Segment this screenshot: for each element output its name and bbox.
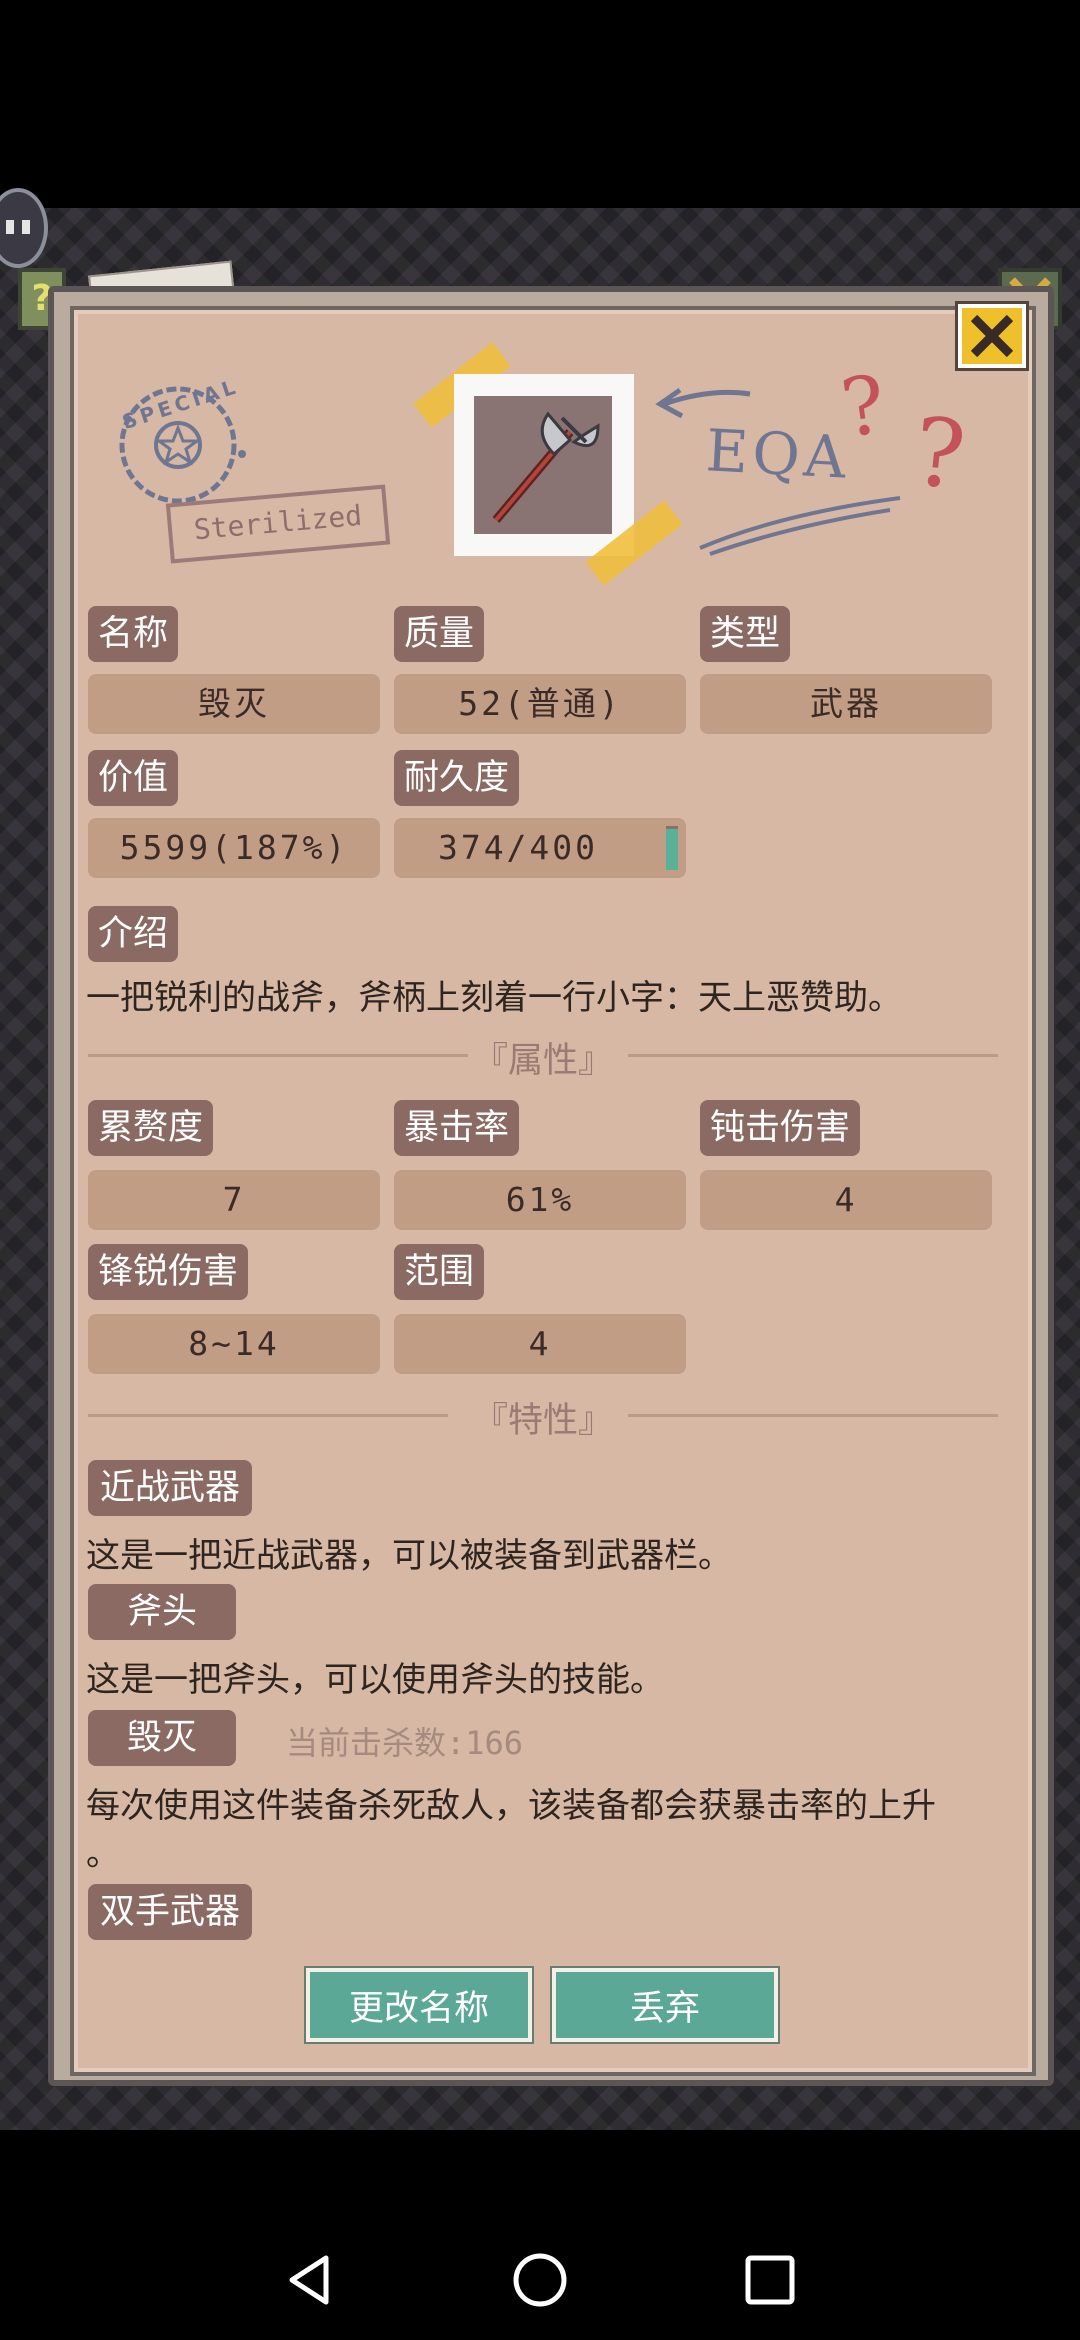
trait-axe-label: 斧头 — [88, 1584, 236, 1640]
attr-sharp-damage-label: 锋锐伤害 — [88, 1244, 249, 1300]
trait-axe-desc: 这是一把斧头，可以使用斧头的技能。 — [86, 1660, 664, 1700]
close-icon — [970, 314, 1014, 358]
name-label: 名称 — [88, 606, 179, 662]
durability-bar — [666, 826, 678, 870]
battle-axe-icon — [492, 411, 600, 523]
attr-sharp-damage-value: 8~14 — [88, 1314, 380, 1374]
type-value: 武器 — [700, 674, 992, 734]
type-label: 类型 — [700, 606, 791, 662]
attr-blunt-damage-label: 钝击伤害 — [700, 1100, 861, 1156]
eqa-stamp: EQA — [704, 416, 852, 492]
durability-text: 374/400 — [437, 828, 599, 867]
traits-title: 『特性』 — [472, 1401, 613, 1441]
attr-crit-rate-label: 暴击率 — [394, 1100, 520, 1156]
discard-button[interactable]: 丢弃 — [550, 1966, 780, 2044]
intro-label: 介绍 — [88, 906, 179, 962]
attributes-title: 『属性』 — [472, 1041, 613, 1081]
nav-recents-icon[interactable] — [744, 2254, 796, 2306]
durability-bar-fill — [666, 828, 678, 870]
durability-value: 374/400 — [394, 818, 686, 878]
traits-divider-left — [88, 1414, 448, 1417]
attr-encumbrance-value: 7 — [88, 1170, 380, 1230]
traits-divider-right — [628, 1414, 998, 1417]
nav-home-icon[interactable] — [512, 2252, 568, 2308]
attr-encumbrance-label: 累赘度 — [88, 1100, 214, 1156]
attributes-divider-right — [628, 1054, 998, 1057]
attr-range-value: 4 — [394, 1314, 686, 1374]
attr-crit-rate-value: 61% — [394, 1170, 686, 1230]
quality-value: 52(普通) — [394, 674, 686, 734]
trait-two-handed-label: 双手武器 — [88, 1884, 253, 1940]
attr-blunt-damage-value: 4 — [700, 1170, 992, 1230]
attr-range-label: 范围 — [394, 1244, 485, 1300]
trait-destruction-kills: 当前击杀数:166 — [286, 1724, 524, 1762]
trait-destruction-desc-line2: 。 — [86, 1834, 120, 1874]
durability-label: 耐久度 — [394, 750, 520, 806]
trait-melee-label: 近战武器 — [88, 1460, 253, 1516]
rename-button[interactable]: 更改名称 — [304, 1966, 534, 2044]
scribble-doodle-icon — [699, 496, 901, 556]
item-image-frame — [454, 374, 634, 556]
trait-destruction-label: 毁灭 — [88, 1710, 236, 1766]
intro-text: 一把锐利的战斧，斧柄上刻着一行小字：天上恶赞助。 — [86, 978, 902, 1018]
trait-destruction-desc-line1: 每次使用这件装备杀死敌人，该装备都会获暴击率的上升 — [86, 1786, 936, 1826]
close-button[interactable] — [955, 301, 1029, 371]
value-label: 价值 — [88, 750, 179, 806]
quality-label: 质量 — [394, 606, 485, 662]
value-value: 5599(187%) — [88, 818, 380, 878]
name-value: 毁灭 — [88, 674, 380, 734]
trait-melee-desc: 这是一把近战武器，可以被装备到武器栏。 — [86, 1536, 732, 1576]
attributes-divider-left — [88, 1054, 468, 1057]
nav-back-icon[interactable] — [280, 2250, 340, 2310]
